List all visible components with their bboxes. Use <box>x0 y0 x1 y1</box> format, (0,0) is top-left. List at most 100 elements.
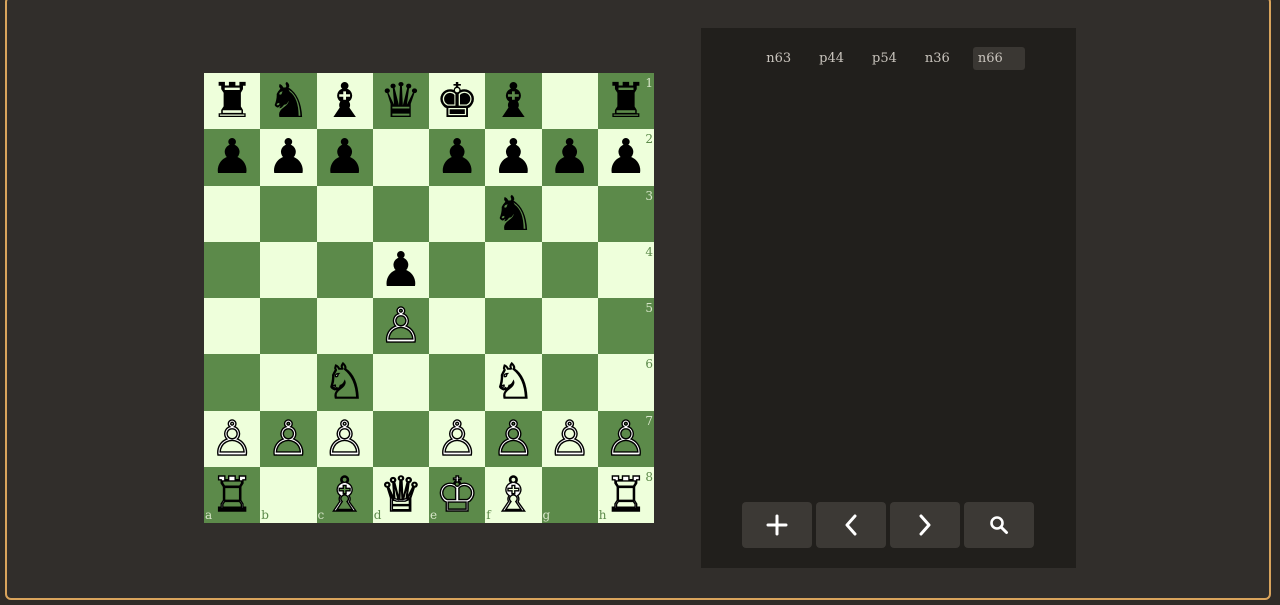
square-g3[interactable] <box>541 185 598 242</box>
square-a3[interactable] <box>204 185 261 242</box>
square-d8[interactable]: ♕ d <box>372 466 429 523</box>
square-f3[interactable]: ♞ <box>485 185 542 242</box>
square-c7[interactable]: ♙ <box>316 410 373 467</box>
black-piece[interactable]: ♝ <box>492 77 535 125</box>
square-e7[interactable]: ♙ <box>429 410 486 467</box>
square-b5[interactable] <box>260 298 317 355</box>
square-b3[interactable] <box>260 185 317 242</box>
square-h7[interactable]: ♙ 7 <box>597 410 654 467</box>
black-piece[interactable]: ♟ <box>548 133 591 181</box>
move-item[interactable]: n66 <box>972 47 1025 70</box>
move-item[interactable]: p44 <box>814 47 849 70</box>
square-h5[interactable]: 5 <box>597 298 654 355</box>
black-piece[interactable]: ♟ <box>323 133 366 181</box>
square-d5[interactable]: ♙ <box>372 298 429 355</box>
white-piece[interactable]: ♙ <box>266 414 310 463</box>
add-button[interactable] <box>742 502 812 548</box>
white-piece[interactable]: ♗ <box>491 470 535 519</box>
black-piece[interactable]: ♟ <box>379 246 422 294</box>
square-h4[interactable]: 4 <box>597 241 654 298</box>
white-piece[interactable]: ♖ <box>210 470 254 519</box>
black-piece[interactable]: ♝ <box>323 77 366 125</box>
square-f7[interactable]: ♙ <box>485 410 542 467</box>
square-f6[interactable]: ♘ <box>485 354 542 411</box>
square-g4[interactable] <box>541 241 598 298</box>
square-c8[interactable]: ♗ c <box>316 466 373 523</box>
square-b6[interactable] <box>260 354 317 411</box>
square-a7[interactable]: ♙ <box>204 410 261 467</box>
square-h8[interactable]: ♖ 8 h <box>597 466 654 523</box>
square-g5[interactable] <box>541 298 598 355</box>
white-piece[interactable]: ♗ <box>322 470 366 519</box>
square-c1[interactable]: ♝ <box>316 73 373 130</box>
square-d4[interactable]: ♟ <box>372 241 429 298</box>
square-c6[interactable]: ♘ <box>316 354 373 411</box>
white-piece[interactable]: ♕ <box>379 470 423 519</box>
square-a2[interactable]: ♟ <box>204 129 261 186</box>
white-piece[interactable]: ♙ <box>547 414 591 463</box>
square-d1[interactable]: ♛ <box>372 73 429 130</box>
black-piece[interactable]: ♟ <box>492 133 535 181</box>
previous-button[interactable] <box>816 502 886 548</box>
square-c2[interactable]: ♟ <box>316 129 373 186</box>
square-h1[interactable]: ♜ 1 <box>597 73 654 130</box>
square-f5[interactable] <box>485 298 542 355</box>
black-piece[interactable]: ♞ <box>492 190 535 238</box>
square-f1[interactable]: ♝ <box>485 73 542 130</box>
white-piece[interactable]: ♖ <box>604 470 648 519</box>
square-e6[interactable] <box>429 354 486 411</box>
square-b7[interactable]: ♙ <box>260 410 317 467</box>
square-b4[interactable] <box>260 241 317 298</box>
square-g1[interactable] <box>541 73 598 130</box>
white-piece[interactable]: ♙ <box>322 414 366 463</box>
square-h2[interactable]: ♟ 2 <box>597 129 654 186</box>
move-item[interactable]: p54 <box>867 47 902 70</box>
square-a6[interactable] <box>204 354 261 411</box>
white-piece[interactable]: ♘ <box>322 358 366 407</box>
square-d6[interactable] <box>372 354 429 411</box>
move-item[interactable]: n63 <box>761 47 796 70</box>
white-piece[interactable]: ♙ <box>435 414 479 463</box>
square-f4[interactable] <box>485 241 542 298</box>
chess-board[interactable]: ♜ ♞ ♝ ♛ ♚ ♝ ♜ 1 ♟ ♟ ♟ ♟ ♟ ♟ ♟ 2 ♞ 3 ♟ 4 ♙ 5 ♘ ♘ 6 ♙ ♙ ♙ ♙ ♙ ♙ ♙ 7 ♖ a b ♗ c ♕ d… <box>204 73 654 523</box>
square-h3[interactable]: 3 <box>597 185 654 242</box>
square-a8[interactable]: ♖ a <box>204 466 261 523</box>
white-piece[interactable]: ♙ <box>491 414 535 463</box>
square-e4[interactable] <box>429 241 486 298</box>
black-piece[interactable]: ♟ <box>604 133 647 181</box>
square-d7[interactable] <box>372 410 429 467</box>
square-e5[interactable] <box>429 298 486 355</box>
square-g2[interactable]: ♟ <box>541 129 598 186</box>
square-f2[interactable]: ♟ <box>485 129 542 186</box>
square-c4[interactable] <box>316 241 373 298</box>
black-piece[interactable]: ♛ <box>379 77 422 125</box>
square-d3[interactable] <box>372 185 429 242</box>
white-piece[interactable]: ♙ <box>379 301 423 350</box>
square-e8[interactable]: ♔ e <box>429 466 486 523</box>
white-piece[interactable]: ♙ <box>210 414 254 463</box>
square-e2[interactable]: ♟ <box>429 129 486 186</box>
square-e3[interactable] <box>429 185 486 242</box>
square-b1[interactable]: ♞ <box>260 73 317 130</box>
square-e1[interactable]: ♚ <box>429 73 486 130</box>
square-g7[interactable]: ♙ <box>541 410 598 467</box>
square-h6[interactable]: 6 <box>597 354 654 411</box>
black-piece[interactable]: ♟ <box>211 133 254 181</box>
search-button[interactable] <box>964 502 1034 548</box>
black-piece[interactable]: ♟ <box>436 133 479 181</box>
square-g8[interactable]: g <box>541 466 598 523</box>
black-piece[interactable]: ♜ <box>604 77 647 125</box>
square-f8[interactable]: ♗ f <box>485 466 542 523</box>
square-b8[interactable]: b <box>260 466 317 523</box>
white-piece[interactable]: ♙ <box>604 414 648 463</box>
move-item[interactable]: n36 <box>920 47 955 70</box>
black-piece[interactable]: ♟ <box>267 133 310 181</box>
square-c5[interactable] <box>316 298 373 355</box>
black-piece[interactable]: ♞ <box>267 77 310 125</box>
next-button[interactable] <box>890 502 960 548</box>
square-b2[interactable]: ♟ <box>260 129 317 186</box>
white-piece[interactable]: ♘ <box>491 358 535 407</box>
square-g6[interactable] <box>541 354 598 411</box>
square-a4[interactable] <box>204 241 261 298</box>
square-d2[interactable] <box>372 129 429 186</box>
